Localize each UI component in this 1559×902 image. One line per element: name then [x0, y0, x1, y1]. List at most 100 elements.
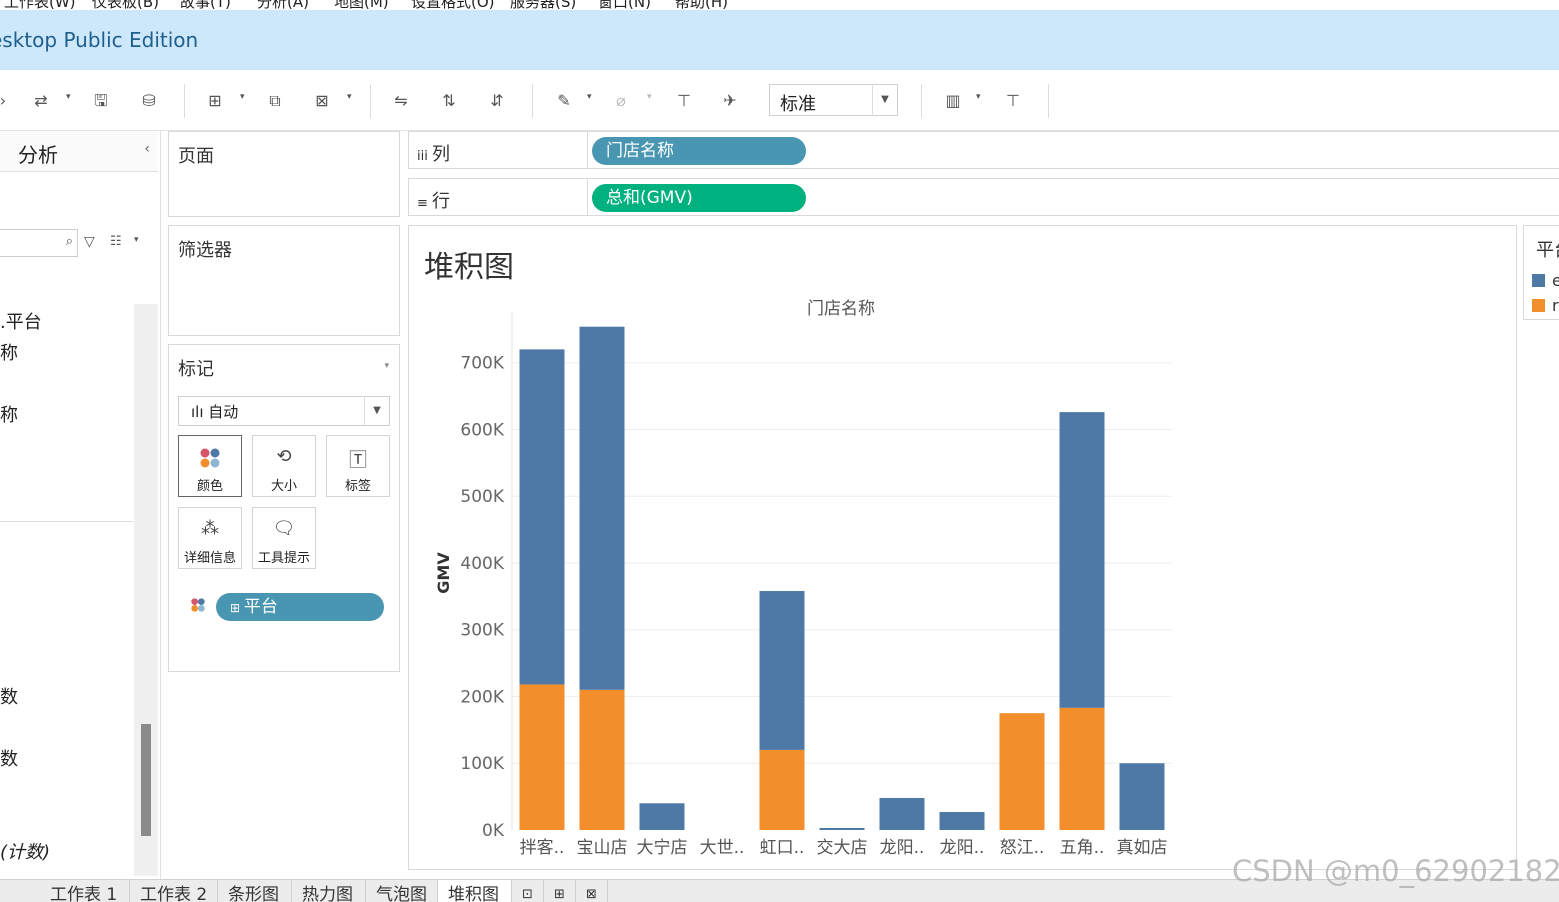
menu-item[interactable]: 工作表(W) — [4, 0, 76, 10]
new-dashboard-icon[interactable]: ⊞ — [544, 880, 576, 902]
field-item[interactable]: 称 — [0, 401, 18, 427]
sort-descending-icon[interactable]: ⇵ — [486, 90, 508, 112]
show-labels-icon[interactable]: ⊤ — [673, 90, 695, 112]
y-tick-label: 600K — [460, 420, 504, 440]
new-sheet-icon[interactable]: ⊡ — [512, 880, 544, 902]
chevron-down-icon[interactable]: ▾ — [976, 92, 981, 102]
scrollbar[interactable] — [134, 304, 158, 876]
menu-item[interactable]: 设置格式(O) — [411, 0, 495, 10]
color-field-pill[interactable]: ⊞ 平台 — [216, 593, 384, 621]
chevron-down-icon[interactable]: ▾ — [384, 361, 389, 371]
color-button-label: 颜色 — [196, 479, 223, 494]
menu-item[interactable]: 仪表板(B) — [92, 0, 159, 10]
view-list-icon[interactable]: ☷ — [110, 234, 122, 249]
color-field-pill-label: 平台 — [243, 597, 278, 617]
menu-item[interactable]: 分析(A) — [257, 0, 309, 10]
chevron-down-icon[interactable]: ▾ — [240, 92, 245, 102]
scrollbar-thumb[interactable] — [141, 724, 151, 836]
group-icon[interactable]: ⌀ — [610, 90, 632, 112]
columns-pill[interactable]: 门店名称 — [592, 137, 806, 165]
fit-select[interactable]: 标准 ▼ — [769, 84, 898, 116]
chevron-down-icon[interactable]: ▾ — [587, 92, 592, 102]
field-item[interactable]: 称 — [0, 339, 18, 365]
chevron-down-icon[interactable]: ▼ — [364, 397, 389, 425]
bar-segment[interactable] — [1059, 412, 1105, 708]
new-datasource-icon[interactable]: ⛁ — [138, 90, 160, 112]
rows-shelf[interactable]: ≡ 行 总和(GMV) — [408, 178, 1559, 216]
undo-icon[interactable]: › — [0, 90, 14, 112]
chevron-down-icon[interactable]: ▼ — [872, 85, 897, 115]
tab-sheet1[interactable]: 工作表 1 — [40, 880, 130, 902]
detail-button[interactable]: ⁂ 详细信息 — [178, 507, 242, 569]
sort-ascending-icon[interactable]: ⇅ — [438, 90, 460, 112]
new-worksheet-icon[interactable]: ⊞ — [204, 90, 226, 112]
chevron-down-icon[interactable]: ▾ — [134, 235, 139, 245]
menu-item[interactable]: 故事(T) — [180, 0, 231, 10]
bar-segment[interactable] — [579, 689, 625, 830]
color-button[interactable]: 颜色 — [178, 435, 242, 497]
bar-segment[interactable] — [639, 803, 685, 830]
bar-segment[interactable] — [939, 811, 985, 830]
tab-heatmap[interactable]: 热力图 — [292, 880, 366, 902]
swap-rows-columns-icon[interactable]: ⇋ — [390, 90, 412, 112]
save-icon[interactable]: 🖫 — [90, 90, 112, 112]
rows-icon: ≡ — [417, 196, 433, 211]
stacked-bar-chart[interactable]: 0K 100K 200K 300K 400K 500K 600K 700K GMV 拌客.. 宝山店… — [409, 226, 1509, 866]
field-item[interactable]: .平台 — [0, 308, 42, 334]
bar-segment[interactable] — [1119, 763, 1165, 830]
bar-segment[interactable] — [519, 684, 565, 830]
mark-type-select[interactable]: ılı 自动 ▼ — [178, 396, 390, 426]
field-item[interactable]: (计数) — [0, 838, 50, 864]
size-button[interactable]: ⟲ 大小 — [252, 435, 316, 497]
tooltip-button[interactable]: 🗨 工具提示 — [252, 507, 316, 569]
filter-icon[interactable]: ▽ — [84, 234, 95, 250]
label-button[interactable]: 🅃 标签 — [326, 435, 390, 497]
bar-segment[interactable] — [579, 326, 625, 690]
y-tick-label: 100K — [460, 754, 504, 774]
legend-label[interactable]: r — [1552, 296, 1559, 315]
presentation-mode-icon[interactable]: ⊤ — [1002, 90, 1024, 112]
menu-item[interactable]: 地图(M) — [334, 0, 389, 10]
bar-segment[interactable] — [819, 827, 865, 830]
field-item[interactable]: 数 — [0, 683, 18, 709]
tab-bar-chart[interactable]: 条形图 — [218, 880, 292, 902]
expand-plus-icon[interactable]: ⊞ — [230, 601, 244, 615]
section-divider — [0, 521, 133, 522]
tab-stacked-chart[interactable]: 堆积图 — [438, 880, 512, 902]
new-story-icon[interactable]: ⊠ — [576, 880, 608, 902]
redo-icon[interactable]: ⇄ — [30, 90, 52, 112]
bar-segment[interactable] — [759, 591, 805, 750]
bar-segment[interactable] — [999, 713, 1045, 830]
columns-shelf[interactable]: iii 列 门店名称 — [408, 131, 1559, 169]
show-me-icon[interactable]: ▥ — [942, 90, 964, 112]
worksheet-view[interactable]: 堆积图 门店名称 0K 100K 200K 300K 400K 500K 600K 700K G… — [408, 225, 1517, 870]
tab-analysis[interactable]: 分析 ‹ — [0, 131, 158, 172]
toolbar-divider — [921, 84, 922, 118]
duplicate-sheet-icon[interactable]: ⧉ — [264, 90, 286, 112]
color-legend[interactable]: 平台 e r — [1523, 225, 1559, 320]
menu-item[interactable]: 帮助(H) — [675, 0, 728, 10]
bar-segment[interactable] — [759, 749, 805, 830]
tab-sheet2[interactable]: 工作表 2 — [130, 880, 218, 902]
legend-label[interactable]: e — [1552, 271, 1559, 290]
bar-segment[interactable] — [879, 797, 925, 830]
tab-bubble-chart[interactable]: 气泡图 — [366, 880, 438, 902]
chevron-down-icon[interactable]: ▾ — [347, 92, 352, 102]
chevron-down-icon[interactable]: ▾ — [647, 92, 652, 102]
field-item[interactable]: 数 — [0, 745, 18, 771]
menu-item[interactable]: 窗口(N) — [598, 0, 651, 10]
bar-segment[interactable] — [1059, 707, 1105, 830]
pages-shelf[interactable]: 页面 — [168, 131, 400, 217]
tab-analysis-label: 分析 — [18, 143, 58, 167]
rows-pill[interactable]: 总和(GMV) — [592, 184, 806, 212]
bar-segment[interactable] — [519, 349, 565, 685]
chevron-down-icon[interactable]: ▾ — [66, 92, 71, 102]
text-label-icon: 🅃 — [349, 450, 367, 471]
field-search-input[interactable]: ⌕ — [0, 229, 78, 257]
menu-item[interactable]: 服务器(S) — [510, 0, 576, 10]
chevron-left-icon[interactable]: ‹ — [144, 141, 150, 157]
clear-sheet-icon[interactable]: ⊠ — [311, 90, 333, 112]
highlight-icon[interactable]: ✎ — [553, 90, 575, 112]
pin-icon[interactable]: ✈ — [719, 90, 741, 112]
filters-shelf[interactable]: 筛选器 — [168, 225, 400, 336]
